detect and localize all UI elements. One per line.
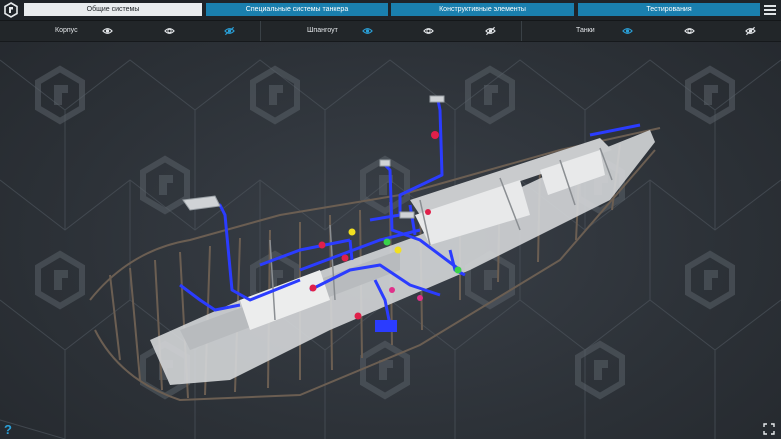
eye-off-icon[interactable] — [224, 26, 235, 36]
eye-icon[interactable] — [362, 26, 373, 36]
top-navigation-bar: Общие системы Специальные системы танкер… — [0, 0, 781, 21]
layer-label-tanks: Танки — [576, 27, 595, 34]
tab-tanker-special-systems[interactable]: Специальные системы танкера — [206, 3, 388, 16]
menu-line — [764, 13, 776, 15]
layer-label-frames: Шпангоут — [307, 27, 338, 34]
menu-line — [764, 9, 776, 11]
layer-group-hull: Корпус — [0, 21, 260, 41]
eye-half-icon[interactable] — [164, 26, 175, 36]
eye-icon[interactable] — [102, 26, 113, 36]
tab-testing[interactable]: Тестирования — [578, 3, 760, 16]
help-button[interactable]: ? — [4, 422, 16, 437]
fullscreen-icon[interactable] — [763, 423, 775, 435]
hamburger-menu-button[interactable] — [763, 3, 777, 17]
eye-half-icon[interactable] — [423, 26, 434, 36]
app-window: Общие системы Специальные системы танкер… — [0, 0, 781, 439]
eye-icon[interactable] — [622, 26, 633, 36]
menu-line — [764, 5, 776, 7]
layer-group-frames: Шпангоут — [261, 21, 521, 41]
tab-general-systems[interactable]: Общие системы — [24, 3, 202, 16]
eye-off-icon[interactable] — [745, 26, 756, 36]
tab-structural-elements[interactable]: Конструктивные элементы — [391, 3, 574, 16]
layer-group-tanks: Танки — [522, 21, 781, 41]
app-logo-icon — [4, 2, 18, 18]
eye-off-icon[interactable] — [485, 26, 496, 36]
eye-half-icon[interactable] — [684, 26, 695, 36]
watermark-background — [0, 59, 781, 439]
layer-visibility-bar: Корпус Шпангоут Танки — [0, 21, 781, 42]
layer-label-hull: Корпус — [55, 27, 78, 34]
